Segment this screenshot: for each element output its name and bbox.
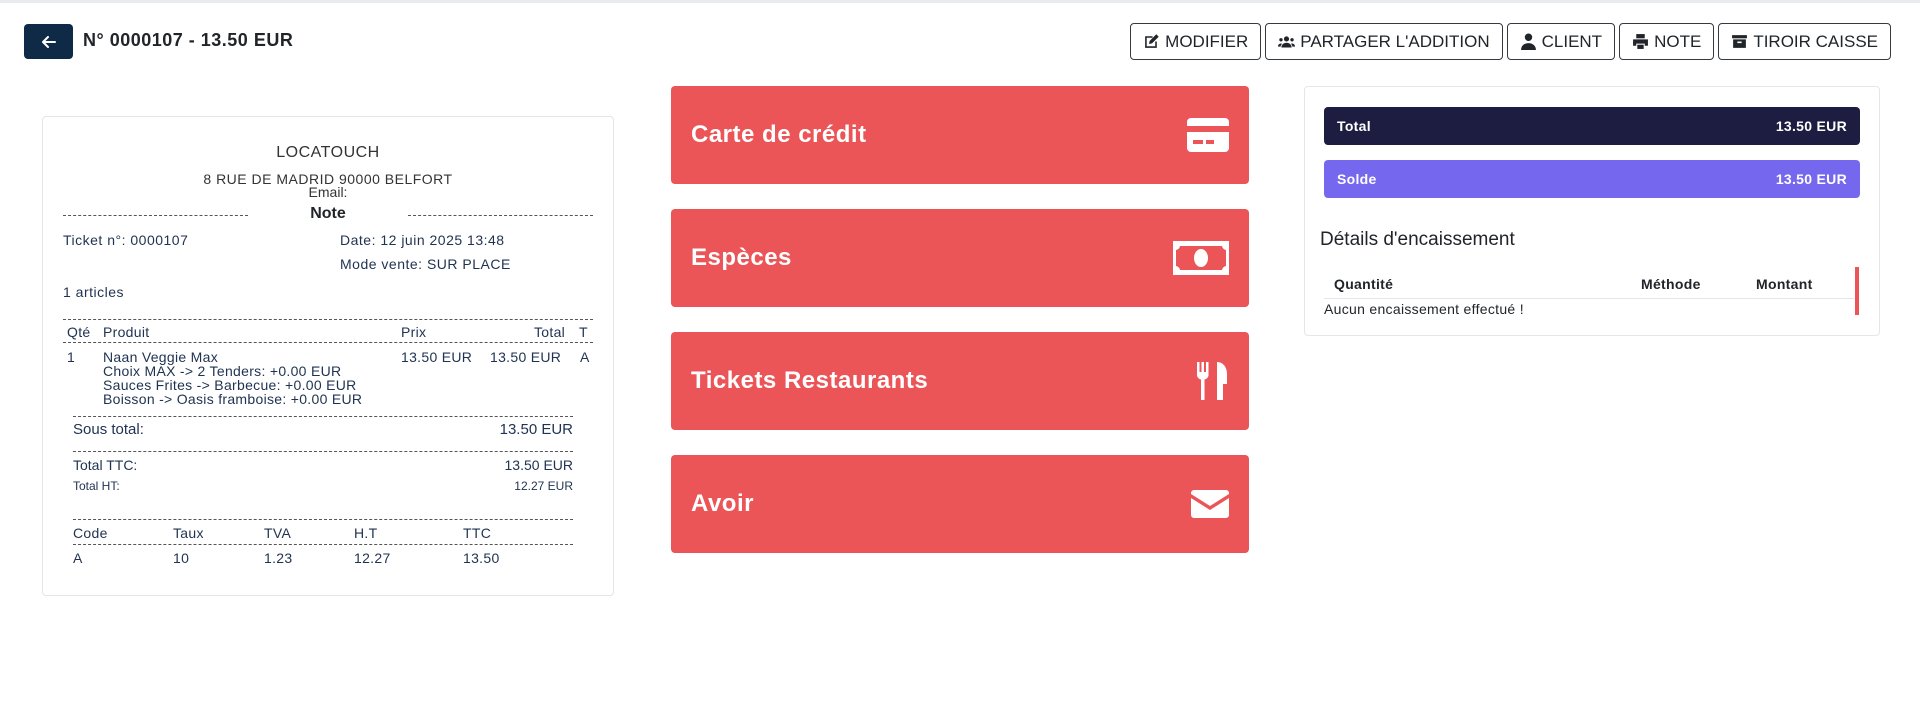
total-ht-value: 12.27 EUR	[514, 479, 573, 493]
users-icon	[1278, 36, 1296, 48]
item-option: Boisson -> Oasis framboise: +0.00 EUR	[103, 391, 363, 407]
subtotal-label: Sous total:	[73, 421, 144, 438]
item-tax: A	[580, 349, 590, 365]
note-button[interactable]: NOTE	[1619, 23, 1715, 60]
partager-addition-label: PARTAGER L'ADDITION	[1300, 31, 1490, 51]
client-button[interactable]: CLIENT	[1506, 23, 1616, 60]
edit-icon	[1145, 34, 1159, 48]
back-button[interactable]	[24, 24, 73, 59]
ticket-number: Ticket n°: 0000107	[63, 232, 189, 248]
pay-cash-button[interactable]: Espèces	[671, 209, 1249, 307]
tva-rate: 10	[173, 550, 190, 566]
subtotal-value: 13.50 EUR	[499, 421, 573, 438]
col-product: Produit	[103, 324, 150, 340]
total-ttc-value: 13.50 EUR	[504, 457, 573, 473]
col-amount: Montant	[1756, 276, 1813, 292]
page-title: N° 0000107 - 13.50 EUR	[83, 30, 294, 50]
dashed-divider	[408, 215, 593, 216]
pay-meal-voucher-button[interactable]: Tickets Restaurants	[671, 332, 1249, 430]
balance-bar: Solde 13.50 EUR	[1324, 160, 1860, 198]
banknote-icon	[1173, 241, 1229, 275]
payment-details-title: Détails d'encaissement	[1320, 229, 1515, 250]
col-method: Méthode	[1641, 276, 1701, 292]
item-qty: 1	[67, 349, 76, 365]
tva-col-rate: Taux	[173, 525, 204, 541]
toolbar: MODIFIER PARTAGER L'ADDITION CLIENT NOTE…	[1130, 23, 1891, 60]
pay-credit-note-button[interactable]: Avoir	[671, 455, 1249, 553]
total-bar: Total 13.50 EUR	[1324, 107, 1860, 145]
pay-credit-note-label: Avoir	[691, 490, 754, 517]
client-label: CLIENT	[1541, 31, 1603, 51]
tva-amount: 1.23	[264, 550, 293, 566]
note-label: NOTE	[1654, 31, 1702, 51]
note-title: Note	[310, 205, 346, 222]
sale-mode: Mode vente: SUR PLACE	[340, 256, 511, 272]
tiroir-caisse-button[interactable]: TIROIR CAISSE	[1718, 23, 1891, 60]
tva-col-ttc: TTC	[463, 525, 492, 541]
payment-details-table: Quantité Méthode Montant Aucun encaissem…	[1324, 267, 1854, 319]
top-border	[0, 0, 1920, 3]
empty-payments-message: Aucun encaissement effectué !	[1324, 301, 1524, 317]
payment-details-header: Quantité Méthode Montant	[1324, 267, 1854, 299]
tva-table-header: Code Taux TVA H.T TTC	[73, 519, 573, 545]
col-qty: Qté	[67, 324, 91, 340]
tva-col-ht: H.T	[354, 525, 378, 541]
total-ht-label: Total HT:	[73, 479, 120, 493]
item-total: 13.50 EUR	[490, 349, 562, 365]
credit-card-icon	[1187, 118, 1229, 152]
table-row: A 10 1.23 12.27 13.50	[73, 545, 573, 569]
arrow-left-icon	[41, 35, 56, 48]
table-row: 1 Naan Veggie Max 13.50 EUR 13.50 EUR A …	[63, 343, 593, 409]
item-price: 13.50 EUR	[401, 349, 473, 365]
total-value: 13.50 EUR	[1775, 118, 1847, 134]
total-ttc-label: Total TTC:	[73, 457, 138, 473]
envelope-icon	[1191, 490, 1229, 518]
total-ttc-line: Total TTC: 13.50 EUR	[73, 457, 573, 477]
col-tax: T	[579, 324, 588, 340]
printer-icon	[1633, 34, 1649, 49]
modifier-label: MODIFIER	[1165, 31, 1249, 51]
pay-credit-card-label: Carte de crédit	[691, 121, 867, 148]
pay-cash-label: Espèces	[691, 244, 792, 271]
col-quantity: Quantité	[1334, 276, 1394, 292]
modifier-button[interactable]: MODIFIER	[1130, 23, 1262, 60]
utensils-icon	[1197, 362, 1227, 400]
tva-table: Code Taux TVA H.T TTC A 10 1.23 12.27 13…	[73, 519, 573, 569]
tva-code: A	[73, 550, 83, 566]
col-total: Total	[534, 324, 566, 340]
items-table-header: Qté Produit Prix Total T	[63, 319, 593, 343]
subtotal-line: Sous total: 13.50 EUR	[73, 421, 573, 441]
total-label: Total	[1337, 118, 1371, 134]
subtotal-block: Sous total: 13.50 EUR	[73, 416, 573, 441]
article-count: 1 articles	[63, 284, 125, 300]
tva-col-code: Code	[73, 525, 108, 541]
items-table: Qté Produit Prix Total T 1 Naan Veggie M…	[63, 319, 593, 409]
pay-credit-card-button[interactable]: Carte de crédit	[671, 86, 1249, 184]
partager-addition-button[interactable]: PARTAGER L'ADDITION	[1265, 23, 1503, 60]
note-header: Note	[63, 205, 593, 225]
scroll-indicator	[1855, 267, 1859, 315]
company-name: LOCATOUCH	[276, 144, 380, 161]
total-ht-line: Total HT: 12.27 EUR	[73, 479, 573, 499]
pay-meal-voucher-label: Tickets Restaurants	[691, 367, 929, 394]
receipt-ticket: LOCATOUCH 8 RUE DE MADRID 90000 BELFORT …	[42, 116, 614, 596]
col-price: Prix	[401, 324, 427, 340]
balance-label: Solde	[1337, 171, 1377, 187]
cash-drawer-icon	[1732, 35, 1748, 48]
tva-ttc: 13.50	[463, 550, 500, 566]
tva-ht: 12.27	[354, 550, 391, 566]
user-icon	[1520, 33, 1536, 50]
tva-col-tva: TVA	[264, 525, 292, 541]
payment-summary-panel: Total 13.50 EUR Solde 13.50 EUR Détails …	[1304, 86, 1880, 336]
balance-value: 13.50 EUR	[1775, 171, 1847, 187]
company-email: Email:	[308, 184, 348, 200]
ticket-date: Date: 12 juin 2025 13:48	[340, 232, 505, 248]
tiroir-caisse-label: TIROIR CAISSE	[1753, 31, 1878, 51]
totals-block: Total TTC: 13.50 EUR Total HT: 12.27 EUR	[73, 451, 573, 499]
